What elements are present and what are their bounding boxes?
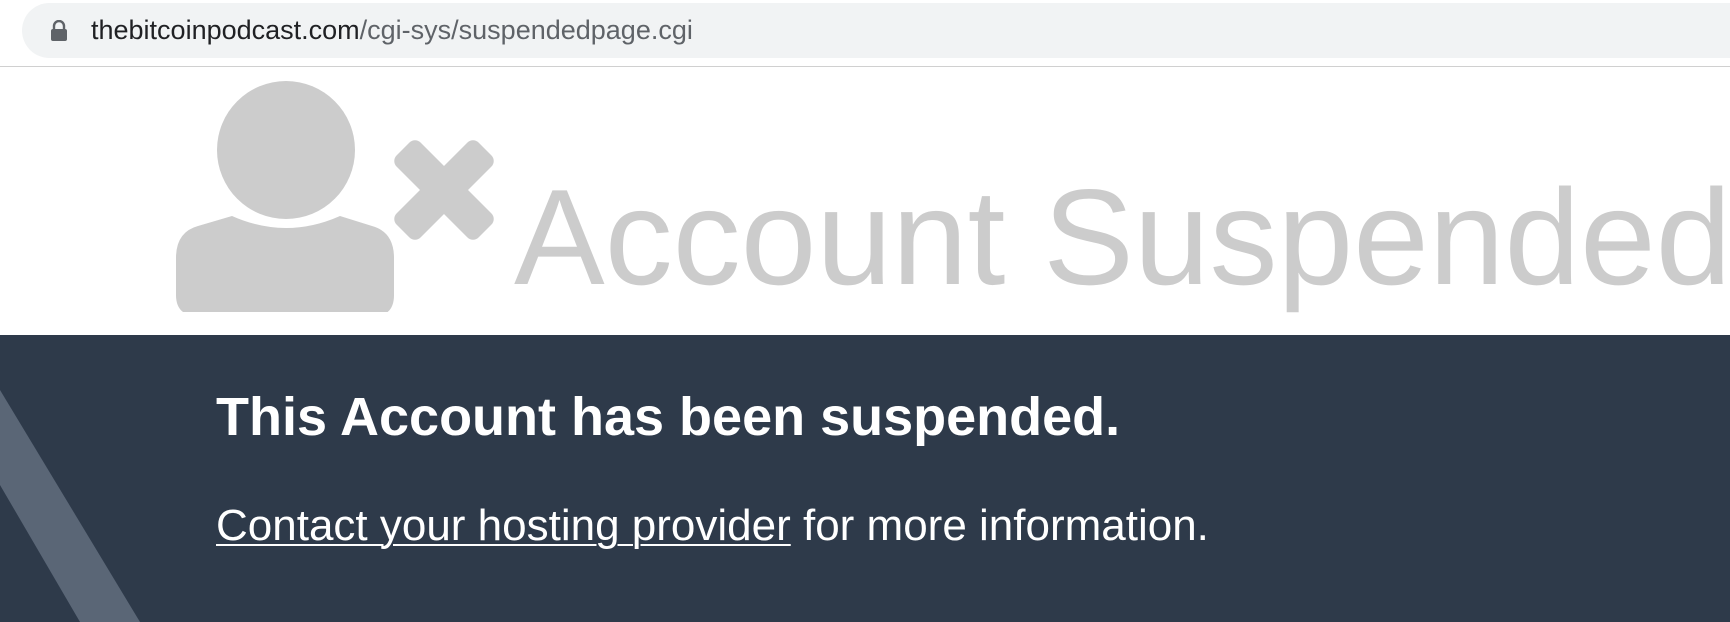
suspended-heading: This Account has been suspended.: [216, 387, 1121, 447]
user-remove-icon: [176, 81, 494, 312]
url-text[interactable]: thebitcoinpodcast.com/cgi-sys/suspendedp…: [91, 13, 693, 47]
decorative-stripe: [0, 390, 140, 622]
suspended-banner: Account Suspended: [0, 67, 1730, 335]
contact-provider-link[interactable]: Contact your hosting provider: [216, 501, 791, 550]
contact-message-suffix: for more information.: [790, 501, 1209, 550]
contact-message: Contact your hosting provider for more i…: [216, 500, 1209, 552]
browser-toolbar: thebitcoinpodcast.com/cgi-sys/suspendedp…: [0, 0, 1730, 67]
url-host: thebitcoinpodcast.com: [91, 15, 360, 45]
url-path: /cgi-sys/suspendedpage.cgi: [359, 15, 693, 45]
message-panel: This Account has been suspended. Contact…: [0, 335, 1730, 622]
page-title: Account Suspended: [514, 161, 1730, 313]
lock-icon[interactable]: [50, 20, 68, 42]
